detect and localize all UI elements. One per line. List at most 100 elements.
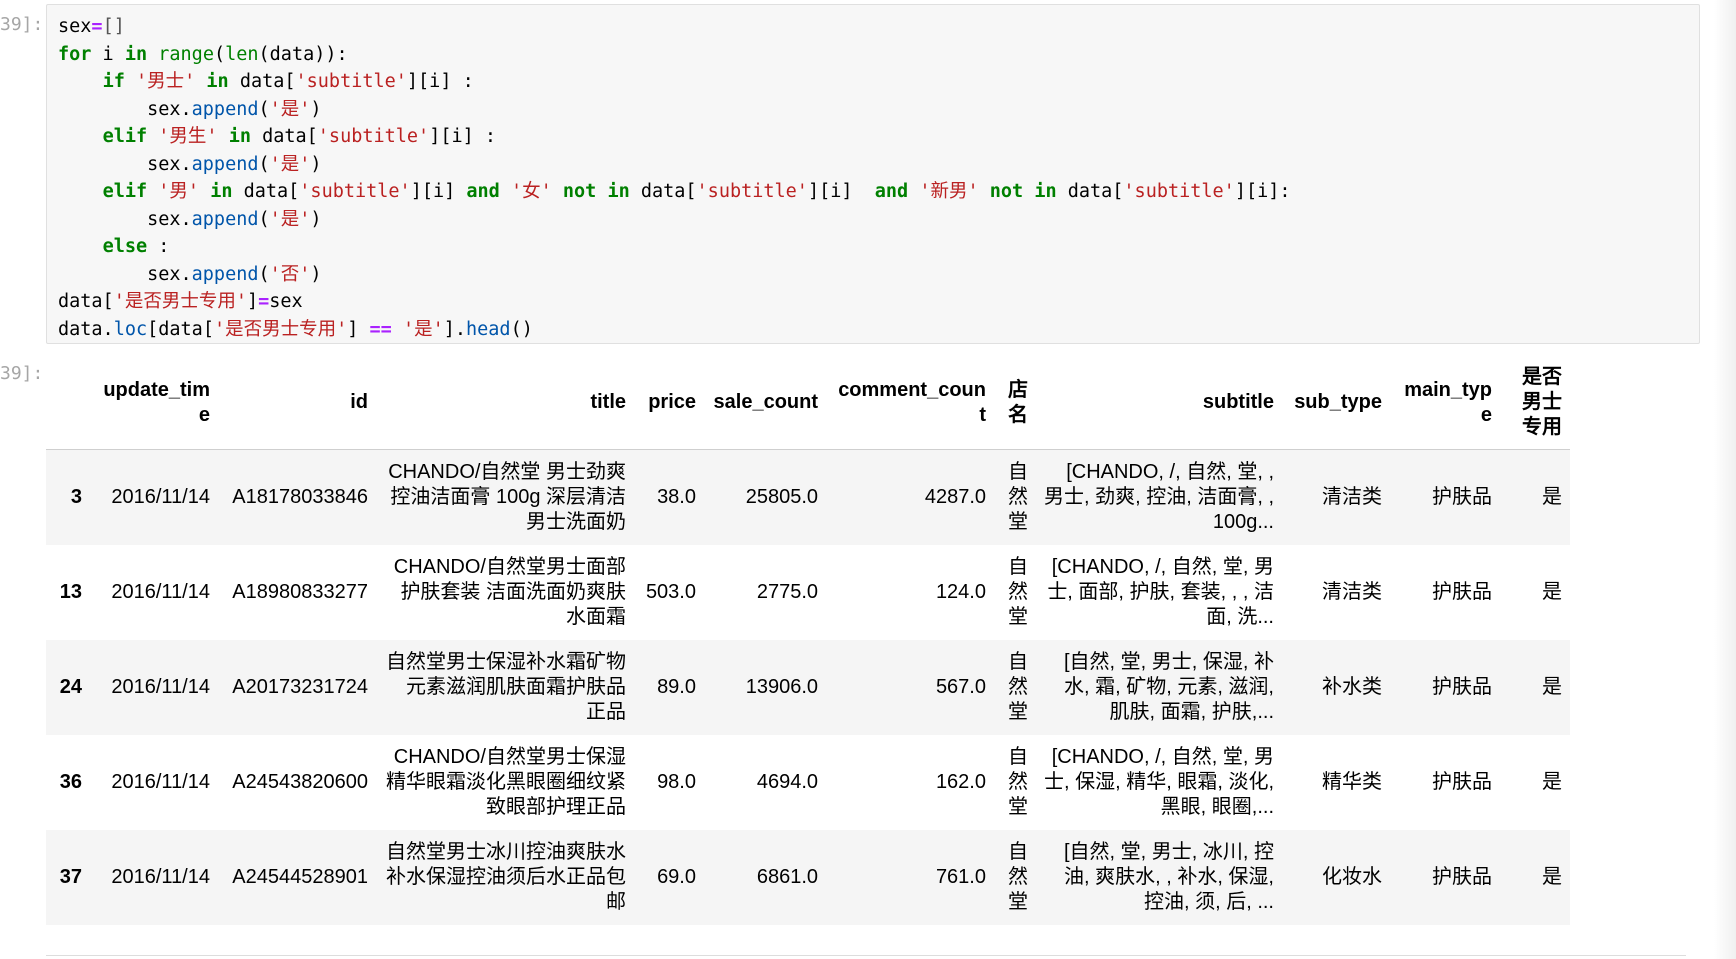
code-token: else <box>102 236 148 257</box>
table-cell: 是 <box>1542 675 1562 698</box>
table-cell: [CHANDO, /, 自然, 堂, 男士, 保湿, 精华, 眼霜, 淡化, 黑… <box>1044 745 1275 818</box>
code-cell[interactable]: sex=[] for i in range(len(data)): if '男士'… <box>46 4 1700 344</box>
row-index: 37 <box>59 865 82 888</box>
code-token: append <box>191 98 259 120</box>
code-token: elif <box>102 181 148 202</box>
dataframe-table: update_time id title price sale_count comment… <box>46 356 1570 925</box>
code-token: ] <box>347 318 370 340</box>
table-cell: A24543820600 <box>232 770 368 793</box>
table-cell: 567.0 <box>935 675 986 698</box>
column-header: sub_type <box>1282 356 1390 450</box>
table-cell: 2016/11/14 <box>111 580 210 603</box>
code-line: elif '男生' in data['subtitle'][i] : <box>58 123 1291 151</box>
code-token: '是' <box>269 98 311 120</box>
code-token: '男士' <box>135 71 196 92</box>
table-cell: 是 <box>1542 485 1562 508</box>
table-header-row: update_time id title price sale_count comment… <box>46 356 1570 450</box>
code-token: [data[ <box>147 318 214 340</box>
code-token: elif <box>102 126 148 147</box>
code-token: = <box>91 16 103 37</box>
code-token: not <box>562 181 597 202</box>
code-token: 'subtitle' <box>696 181 808 202</box>
table-cell: 自然堂 <box>1008 745 1028 818</box>
table-cell: 是 <box>1542 580 1562 603</box>
code-token: ( <box>258 153 270 175</box>
code-token: [] <box>102 16 125 37</box>
table-cell: 是 <box>1542 865 1562 888</box>
table-cell: [CHANDO, /, 自然, 堂, 男士, 面部, 护肤, 套装, , , 洁… <box>1047 555 1274 628</box>
code-line: sex.append('是') <box>58 151 1291 179</box>
code-line: sex.append('否') <box>58 261 1291 289</box>
column-header: subtitle <box>1036 356 1282 450</box>
scrollbar-edge[interactable] <box>1714 0 1736 959</box>
table-cell: [自然, 堂, 男士, 保湿, 补水, 霜, 矿物, 元素, 滋润, 肌肤, 面… <box>1063 650 1274 723</box>
code-token: in <box>206 71 229 92</box>
code-token: sex <box>58 16 92 37</box>
code-token: (data)): <box>258 43 348 65</box>
table-cell: CHANDO/自然堂 男士劲爽控油洁面膏 100g 深层清洁 男士洗面奶 <box>388 460 626 533</box>
table-cell: 4287.0 <box>924 485 986 508</box>
table-cell: 13906.0 <box>745 675 818 698</box>
code-token: in <box>228 126 251 147</box>
table-cell: 自然堂 <box>1008 840 1028 913</box>
table-cell: 2016/11/14 <box>111 865 210 888</box>
code-token: for <box>58 43 92 65</box>
code-token: '男' <box>158 181 200 202</box>
code-token: ) <box>310 153 322 175</box>
table-cell: 69.0 <box>657 865 696 888</box>
table-body: 3 2016/11/14 A18178033846 CHANDO/自然堂 男士劲爽控油… <box>46 449 1570 925</box>
table-cell: 自然堂男士保湿补水霜矿物元素滋润肌肤面霜护肤品 正品 <box>386 650 626 723</box>
column-header: update_time <box>90 356 218 450</box>
table-cell: 清洁类 <box>1322 580 1382 603</box>
code-token: loc <box>113 318 148 340</box>
code-token: append <box>191 263 259 285</box>
code-token: '是' <box>269 153 311 175</box>
table-cell: 2016/11/14 <box>111 675 210 698</box>
code-line: else : <box>58 233 1291 261</box>
code-token: head <box>466 318 511 340</box>
table-cell: 自然堂 <box>1008 555 1028 628</box>
code-token: and <box>874 181 909 202</box>
table-cell: 4694.0 <box>756 770 818 793</box>
code-token: in <box>124 43 148 65</box>
code-token: in <box>607 181 630 202</box>
code-line: elif '男' in data['subtitle'][i] and '女' … <box>58 178 1291 206</box>
table-cell: 精华类 <box>1322 770 1382 793</box>
code-token: append <box>191 153 259 175</box>
table-cell: 护肤品 <box>1432 770 1492 793</box>
code-token: in <box>1034 181 1057 202</box>
notebook-page: 39]: sex=[] for i in range(len(data)): if… <box>0 0 1736 959</box>
code-token: ) <box>310 208 322 230</box>
table-cell: 162.0 <box>935 770 986 793</box>
table-cell: [自然, 堂, 男士, 冰川, 控油, 爽肤水, , 补水, 保湿, 控油, 须… <box>1063 840 1274 913</box>
code-line: sex.append('是') <box>58 206 1291 234</box>
code-token: sex. <box>58 208 192 230</box>
row-index: 3 <box>70 485 82 508</box>
code-token: ) <box>310 263 322 285</box>
input-prompt: 39]: <box>0 14 44 35</box>
code-token: ][i] <box>410 181 467 202</box>
code-editor[interactable]: sex=[] for i in range(len(data)): if '男士'… <box>58 13 1291 343</box>
code-token: : <box>147 236 170 257</box>
output-area: update_time id title price sale_count comment… <box>46 356 1686 959</box>
code-token: data[ <box>629 181 697 202</box>
row-index: 24 <box>59 675 82 698</box>
table-cell: 25805.0 <box>745 485 818 508</box>
code-line: data['是否男士专用']=sex <box>58 288 1291 316</box>
code-token: if <box>102 71 125 92</box>
code-token: '新男' <box>919 181 979 202</box>
table-row: 24 2016/11/14 A20173231724 自然堂男士保湿补水霜矿物元素滋润… <box>46 639 1570 735</box>
table-cell: 6861.0 <box>756 865 818 888</box>
code-token: sex. <box>58 153 192 175</box>
code-token: ] <box>246 291 259 312</box>
table-cell: A18980833277 <box>232 580 368 603</box>
table-cell: 化妆水 <box>1322 865 1382 888</box>
table-row: 36 2016/11/14 A24543820600 CHANDO/自然堂男士保湿精华… <box>46 735 1570 830</box>
